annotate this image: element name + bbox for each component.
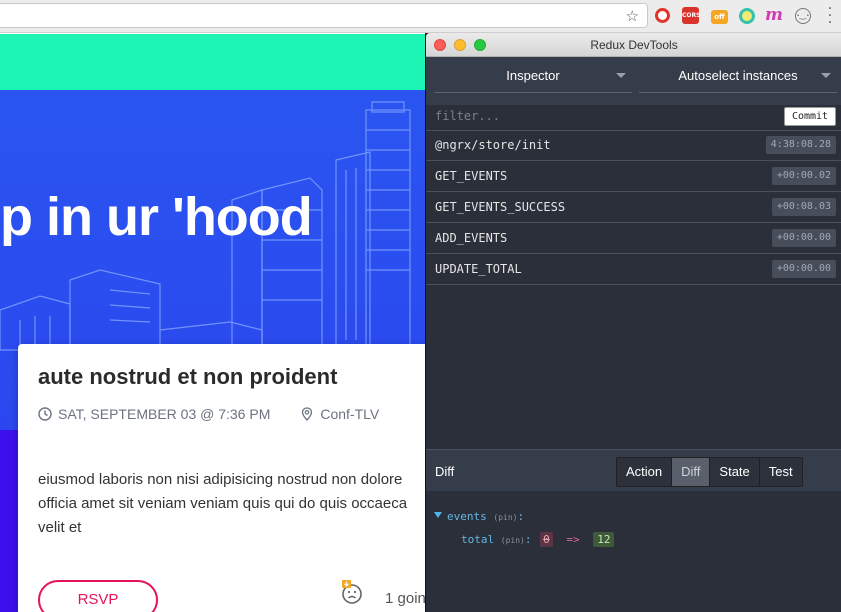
off-extension-icon[interactable]: off [711, 10, 728, 24]
hero-title: p in ur 'hood [0, 187, 313, 247]
tab-diff[interactable]: Diff [672, 458, 711, 486]
diff-key: events [447, 510, 487, 523]
m-extension-icon[interactable]: m [765, 7, 783, 24]
diff-child-key: total [461, 533, 495, 546]
diff-tree: events (pin): total (pin): 0 => 12 [426, 491, 841, 612]
location-pin-icon [302, 407, 313, 421]
circle-extension-icon[interactable] [739, 8, 755, 24]
action-item[interactable]: GET_EVENTS_SUCCESS +00:08.03 [426, 192, 841, 223]
event-location: Conf-TLV [300, 406, 379, 422]
event-location-label: Conf-TLV [320, 406, 380, 422]
diff-node-total: total (pin): 0 => 12 [461, 532, 615, 547]
action-timestamp: 4:38:08.28 [765, 136, 836, 154]
event-date: SAT, SEPTEMBER 03 @ 7:36 PM [58, 406, 271, 422]
pin-link[interactable]: (pin) [493, 513, 517, 522]
cors-extension-icon[interactable]: CORS [682, 7, 700, 24]
diff-node-events[interactable]: events (pin): [447, 510, 524, 523]
window-titlebar: Redux DevTools [426, 33, 841, 57]
top-band [0, 34, 425, 90]
commit-button[interactable]: Commit [784, 107, 836, 126]
instance-select-value: Autoselect instances [678, 68, 798, 83]
diff-arrow: => [566, 533, 580, 546]
window-title: Redux DevTools [590, 38, 678, 52]
diff-new-value: 12 [593, 532, 615, 547]
sad-face-icon [342, 580, 362, 604]
action-item[interactable]: UPDATE_TOTAL +00:00.00 [426, 254, 841, 285]
action-timestamp: +00:08.03 [771, 198, 836, 216]
bookmark-star-icon[interactable]: ☆ [626, 7, 639, 25]
diff-colon: : [524, 533, 532, 546]
tab-state[interactable]: State [710, 458, 760, 486]
monitor-select[interactable]: Inspector [434, 67, 632, 93]
chevron-down-icon [821, 73, 831, 78]
redux-devtools-window: Redux DevTools Inspector Autoselect inst… [425, 33, 841, 612]
monitor-select-value: Inspector [506, 68, 560, 83]
event-title[interactable]: aute nostrud et non proident [38, 364, 337, 390]
action-name: @ngrx/store/init [435, 138, 551, 152]
expand-caret-icon[interactable] [434, 512, 442, 518]
action-timestamp: +00:00.02 [771, 167, 836, 185]
instance-select[interactable]: Autoselect instances [639, 67, 837, 93]
action-name: GET_EVENTS [435, 169, 508, 183]
event-meta: SAT, SEPTEMBER 03 @ 7:36 PM Conf-TLV [38, 406, 379, 422]
tab-action[interactable]: Action [617, 458, 673, 486]
filter-input[interactable]: filter... [435, 109, 500, 123]
browser-toolbar: ☆ CORS off m ·‿· · · · [0, 0, 841, 33]
diff-old-value: 0 [540, 532, 553, 547]
chevron-down-icon [616, 73, 626, 78]
action-list: @ngrx/store/init 4:38:08.28 GET_EVENTS +… [426, 130, 841, 285]
action-item[interactable]: GET_EVENTS +00:00.02 [426, 161, 841, 192]
event-card[interactable]: aute nostrud et non proident SAT, SEPTEM… [18, 344, 426, 612]
filter-row: filter... Commit [426, 105, 841, 131]
action-name: UPDATE_TOTAL [435, 262, 522, 276]
action-item[interactable]: @ngrx/store/init 4:38:08.28 [426, 130, 841, 161]
action-name: GET_EVENTS_SUCCESS [435, 200, 566, 214]
action-timestamp: +00:00.00 [771, 229, 836, 247]
diff-colon: : [517, 510, 525, 523]
action-item[interactable]: ADD_EVENTS +00:00.00 [426, 223, 841, 254]
pin-link[interactable]: (pin) [501, 536, 525, 545]
panel-label: Diff [435, 464, 455, 479]
clock-icon [38, 407, 52, 421]
event-description: eiusmod laboris non nisi adipisicing nos… [38, 471, 408, 536]
inspector-tab-bar: Diff Action Diff State Test [426, 449, 841, 491]
rsvp-button[interactable]: RSVP [38, 580, 158, 612]
address-bar[interactable]: ☆ [0, 3, 648, 28]
action-timestamp: +00:00.00 [771, 260, 836, 278]
vertical-dots-icon[interactable]: · · · [825, 2, 835, 30]
tab-test[interactable]: Test [759, 458, 802, 486]
inspector-tabs: Action Diff State Test [616, 457, 803, 487]
opera-extension-icon[interactable] [655, 8, 670, 23]
face-extension-icon[interactable]: ·‿· [795, 8, 811, 24]
action-name: ADD_EVENTS [435, 231, 508, 245]
attending-count: 1 goin [385, 590, 426, 607]
